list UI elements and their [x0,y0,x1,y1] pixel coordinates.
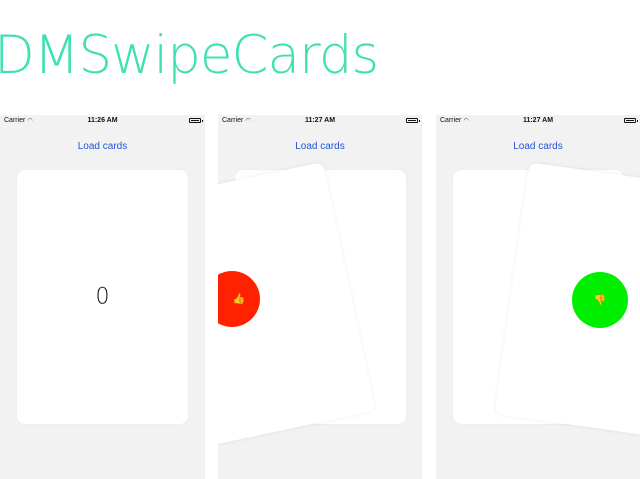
load-cards-button[interactable]: Load cards [0,141,205,152]
swipe-card[interactable]: 0 [17,170,188,424]
status-bar: Carrier ◠ 11:26 AM [0,115,205,127]
status-bar: Carrier ◠ 11:27 AM [218,115,422,127]
phone-screen-1: Carrier ◠ 11:26 AM Load cards 0 [0,115,205,479]
load-cards-button[interactable]: Load cards [436,141,640,152]
thumbs-down-icon: 👎 [593,294,607,306]
status-time: 11:27 AM [304,117,336,124]
battery-icon [189,118,203,123]
battery-icon [406,118,420,123]
status-bar: Carrier ◠ 11:27 AM [436,115,640,127]
card-number: 0 [95,284,110,310]
status-time: 11:26 AM [87,117,118,124]
phone-screen-3: Carrier ◠ 11:27 AM Load cards 👎 [436,115,640,479]
dislike-overlay: 👎 [572,272,628,328]
battery-icon [624,118,638,123]
load-cards-button[interactable]: Load cards [218,141,422,152]
phone-screen-2: Carrier◠ 11:27 AM Load cards 1 👍 [218,115,422,479]
thumbs-up-icon: 👍 [232,293,246,305]
status-time: 11:27 AM [522,117,554,124]
app-title: DMSwipeCards [0,25,379,86]
